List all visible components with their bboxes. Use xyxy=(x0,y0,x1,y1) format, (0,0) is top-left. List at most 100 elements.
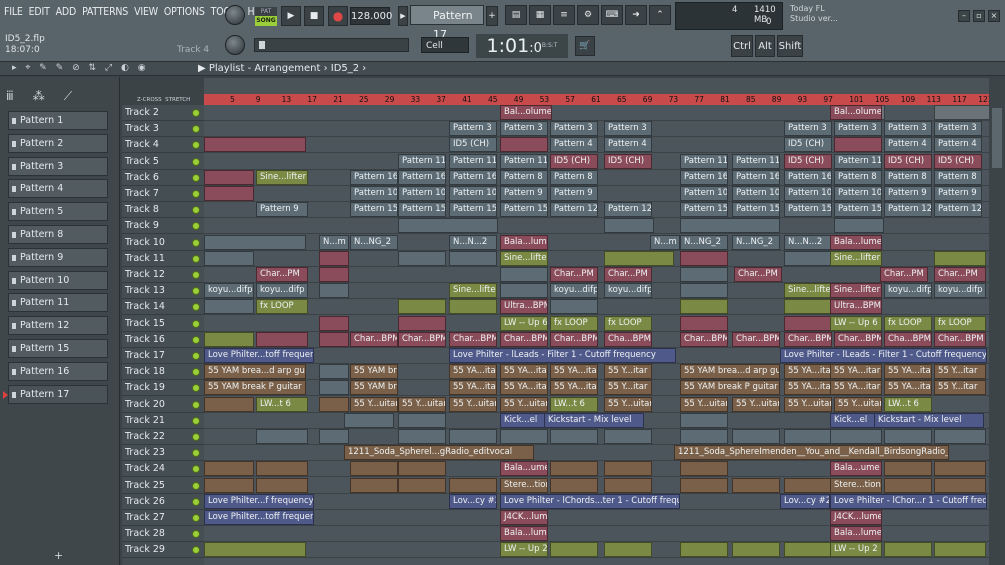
playlist-clip[interactable] xyxy=(398,250,446,266)
playlist-clip[interactable] xyxy=(680,250,728,266)
playlist-clip[interactable]: Char...BPM xyxy=(680,331,728,347)
playlist-clip[interactable]: Pattern 8 xyxy=(834,169,882,185)
playlist-clip[interactable]: Bala...lume xyxy=(830,234,882,250)
playlist-clip[interactable] xyxy=(319,331,349,347)
playlist-clip[interactable]: 55 YA...itar xyxy=(500,364,548,380)
overview-strip[interactable] xyxy=(204,78,989,94)
playlist-clip[interactable] xyxy=(398,461,446,477)
playlist-clip[interactable]: Bala...ume xyxy=(830,461,882,477)
playlist-clip[interactable] xyxy=(784,250,832,266)
track-header[interactable]: Track 5 xyxy=(122,154,204,170)
playlist-clip[interactable] xyxy=(732,429,780,444)
track-header[interactable]: Track 11 xyxy=(122,251,204,267)
playlist-clip[interactable]: 55 Y...uitar xyxy=(350,396,398,412)
track-mute-led[interactable] xyxy=(192,400,200,409)
zcross-stretch-labels[interactable]: Z-CROSS STRETCH xyxy=(137,97,190,103)
playlist-clip[interactable]: Kick...el xyxy=(500,412,548,428)
playlist-clip[interactable]: ID5 (CH) xyxy=(784,137,832,153)
browser-button[interactable]: ⌨ xyxy=(601,5,623,25)
playlist-clip[interactable]: Cha...BPM xyxy=(884,331,932,347)
playlist-clip[interactable] xyxy=(884,542,932,558)
track-mute-led[interactable] xyxy=(192,141,200,150)
playlist-clip[interactable] xyxy=(934,542,986,558)
playlist-clip[interactable] xyxy=(732,542,780,558)
playlist-clip[interactable]: Pattern 16 xyxy=(350,169,398,185)
menu-edit[interactable]: EDIT xyxy=(29,6,50,18)
playlist-clip[interactable]: Char...PM xyxy=(880,267,928,282)
playlist-clip[interactable]: Pattern 12 xyxy=(934,202,982,218)
picker-item-pattern-4[interactable]: Pattern 4 xyxy=(8,179,108,199)
playlist-clip[interactable] xyxy=(319,250,349,266)
track-header[interactable]: Track 3 xyxy=(122,121,204,138)
playlist-clip[interactable]: Pattern 16 xyxy=(680,169,728,185)
playlist-clip[interactable]: 55 YA...itar xyxy=(500,380,548,396)
track-mute-led[interactable] xyxy=(192,271,200,279)
playlist-clip[interactable]: Pattern 16 xyxy=(732,169,780,185)
playlist-clip[interactable]: Pattern 9 xyxy=(550,186,598,201)
playlist-clip[interactable]: N...m xyxy=(650,234,680,250)
playlist-clip[interactable]: 55 Y...uitar xyxy=(732,396,780,412)
track-header[interactable]: Track 10 xyxy=(122,235,204,251)
playlist-clip[interactable] xyxy=(319,283,349,299)
playlist-clip[interactable] xyxy=(319,267,349,282)
picker-item-pattern-8[interactable]: Pattern 8 xyxy=(8,225,108,244)
playlist-clip[interactable]: Pattern 16 xyxy=(398,169,446,185)
playlist-window-button[interactable]: ▤ xyxy=(505,5,527,25)
track-mute-led[interactable] xyxy=(192,157,200,166)
playlist-clip[interactable] xyxy=(550,542,598,558)
track-mute-led[interactable] xyxy=(192,368,200,377)
playlist-clip[interactable]: Sine...lifter xyxy=(784,283,832,299)
playlist-clip[interactable]: Pattern 10 xyxy=(834,186,882,201)
playlist-clip[interactable]: Bala...lume xyxy=(830,526,882,542)
snap-selector[interactable]: Cell xyxy=(421,37,469,53)
playlist-clip[interactable] xyxy=(204,169,254,185)
track-header[interactable]: Track 6 xyxy=(122,170,204,186)
playlist-clip[interactable] xyxy=(680,315,728,331)
track-header[interactable]: Track 18 xyxy=(122,364,204,381)
playlist-clip[interactable] xyxy=(500,429,548,444)
slider-handle[interactable] xyxy=(259,41,265,49)
playlist-clip[interactable]: Sine...lifter xyxy=(830,250,882,266)
playlist-clip[interactable]: Love Philter - lChords...ter 1 - Cutoff … xyxy=(500,493,680,509)
track-mute-led[interactable] xyxy=(192,416,200,425)
playlist-clip[interactable]: Pattern 12 xyxy=(604,202,652,218)
playlist-clip[interactable]: Pattern 3 xyxy=(884,121,932,137)
playlist-clip[interactable]: ID5 (CH) xyxy=(604,153,652,169)
playlist-clip[interactable] xyxy=(500,283,548,299)
playlist-clip[interactable] xyxy=(204,396,254,412)
playlist-clip[interactable]: Love Philter...toff frequency xyxy=(204,348,314,363)
track-mute-led[interactable] xyxy=(192,335,200,344)
playlist-clip[interactable]: 55 YA...itar xyxy=(784,364,832,380)
track-mute-led[interactable] xyxy=(192,497,200,506)
playlist-clip[interactable]: koyu...difp xyxy=(884,283,932,299)
playlist-clip[interactable] xyxy=(784,542,832,558)
track-mute-led[interactable] xyxy=(192,287,200,296)
playlist-clip[interactable]: N...N...2 xyxy=(784,234,832,250)
picker-item-pattern-16[interactable]: Pattern 16 xyxy=(8,361,108,381)
playlist-clip[interactable] xyxy=(604,218,654,234)
playlist-clip[interactable]: Kickstart - Mix level xyxy=(874,412,984,428)
playlist-clip[interactable]: Char...BPM xyxy=(500,331,548,347)
track-header[interactable]: Track 2 xyxy=(122,105,204,121)
playlist-clip[interactable]: 55 YAM brea...d arp guitar xyxy=(680,364,780,380)
playlist-clip[interactable]: Love Philter - lLeads - Filter 1 - Cutof… xyxy=(449,348,676,363)
track-header[interactable]: Track 4 xyxy=(122,137,204,154)
ctrl-key-button[interactable]: Ctrl xyxy=(731,35,753,57)
playlist-clip[interactable] xyxy=(204,542,306,558)
playlist-clip[interactable]: 55 YAM break P guitar xyxy=(204,380,306,396)
menu-view[interactable]: VIEW xyxy=(134,6,158,18)
playlist-clip[interactable] xyxy=(834,137,882,153)
playlist-clip[interactable] xyxy=(256,461,308,477)
playlist-clip[interactable]: Pattern 4 xyxy=(604,137,652,153)
playlist-clip[interactable] xyxy=(934,477,986,493)
playlist-clip[interactable]: Pattern 4 xyxy=(550,137,598,153)
playlist-clip[interactable]: Char...PM xyxy=(550,267,598,282)
picker-item-pattern-2[interactable]: Pattern 2 xyxy=(8,133,108,153)
playlist-clip[interactable]: LW -- Up 2 xyxy=(500,542,548,558)
playlist-clip[interactable] xyxy=(550,299,598,315)
playlist-clip[interactable] xyxy=(680,542,728,558)
playlist-clip[interactable]: 1211_Soda_SphereImenden__You_and__Kendal… xyxy=(674,445,949,461)
mixer-button[interactable]: ≡ xyxy=(553,5,575,25)
playlist-clip[interactable] xyxy=(319,396,349,412)
playlist-clip[interactable]: J4CK...lume xyxy=(830,510,882,525)
